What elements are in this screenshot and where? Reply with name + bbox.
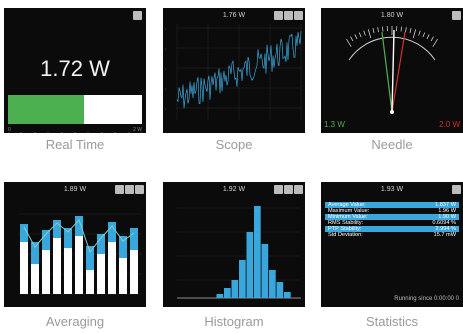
- realtime-bar-fill: [8, 95, 85, 124]
- realtime-tick-right: 2 W: [133, 127, 142, 133]
- avg-bar-inner: [31, 264, 39, 294]
- averaging-plot: [18, 213, 142, 295]
- hist-bar: [231, 280, 239, 298]
- averaging-tile[interactable]: 1.89 W: [4, 182, 146, 307]
- gauge-tick: [432, 38, 438, 47]
- hist-bar: [216, 294, 224, 298]
- hist-bar: [261, 244, 269, 298]
- histogram-plot: [177, 206, 301, 299]
- gauge-tick: [430, 36, 434, 42]
- svg-text:▪: ▪: [165, 107, 166, 111]
- gauge-tick: [426, 34, 430, 40]
- histogram-tile[interactable]: 1.92 W: [163, 182, 305, 307]
- svg-text:▪: ▪: [165, 47, 166, 51]
- statistics-label: Statistics: [365, 314, 418, 329]
- needle-tile[interactable]: 1.80 W 1.3 W 2.0 W: [321, 8, 463, 133]
- realtime-tick-left: 0: [8, 127, 11, 133]
- gauge-tick: [367, 29, 372, 39]
- realtime-value: 1.72 W: [40, 56, 110, 81]
- gauge-tick: [418, 30, 421, 36]
- gauge-tick: [412, 29, 417, 39]
- hist-bar: [276, 282, 284, 298]
- gauge-tick: [363, 30, 366, 36]
- realtime-label: Real Time: [45, 137, 105, 152]
- gauge-tick: [409, 28, 412, 34]
- hist-bar: [254, 206, 261, 298]
- svg-text:▪: ▪: [165, 27, 166, 31]
- gauge-tick: [400, 26, 402, 32]
- needle-label: Needle: [371, 137, 413, 152]
- realtime-ticks: [7, 124, 143, 133]
- avg-bar-inner: [119, 258, 127, 294]
- stat-row-std: Std Deviation: 15.7 mW: [325, 232, 459, 238]
- scope-tile[interactable]: 1.76 W ▪ ▪ ▪ ▪ ▪: [163, 8, 305, 133]
- avg-bar-inner: [97, 254, 105, 294]
- gauge-tick: [405, 27, 407, 33]
- statistics-footer: Running since 0:00:00 0: [394, 296, 459, 302]
- needle-gauge: [346, 26, 438, 114]
- realtime-tile[interactable]: 1.72 W 0 2 W: [4, 8, 146, 133]
- avg-bar-inner: [130, 250, 138, 294]
- hist-bar: [239, 260, 246, 298]
- svg-text:▪: ▪: [165, 87, 166, 91]
- gauge-tick: [422, 32, 426, 38]
- gauge-tick: [372, 28, 375, 34]
- scope-plot: ▪ ▪ ▪ ▪ ▪: [165, 24, 302, 120]
- realtime-bar: [8, 95, 142, 124]
- avg-bar-inner: [86, 270, 94, 294]
- gauge-tick: [358, 32, 362, 38]
- svg-text:▪: ▪: [165, 67, 166, 71]
- statistics-tile[interactable]: 1.93 W Average Value: 1.837 W Maximum Va…: [321, 182, 463, 307]
- expand-icon[interactable]: [452, 185, 461, 194]
- hist-bar: [284, 292, 291, 298]
- gauge-tick: [346, 38, 352, 47]
- hist-bar: [269, 270, 276, 298]
- expand-icon[interactable]: [133, 11, 142, 20]
- gauge-tick: [350, 36, 354, 42]
- avg-bar-inner: [64, 248, 72, 294]
- avg-bar-inner: [53, 238, 61, 294]
- needle-max: 2.0 W: [439, 120, 460, 129]
- avg-bar-inner: [20, 242, 28, 294]
- scope-label: Scope: [215, 137, 253, 152]
- histogram-label: Histogram: [204, 314, 264, 329]
- stat-value: 15.7 mW: [433, 232, 456, 238]
- needle-min: 1.3 W: [324, 120, 345, 129]
- stat-key: Std Deviation:: [328, 232, 363, 238]
- hist-bar: [246, 232, 254, 298]
- gauge-tick: [382, 26, 384, 32]
- avg-bar-inner: [42, 250, 50, 294]
- gauge-tick: [377, 27, 379, 33]
- hist-bar: [224, 288, 231, 298]
- statistics-title: 1.93 W: [380, 186, 404, 193]
- avg-bar-inner: [108, 242, 116, 294]
- gauge-tick: [354, 34, 358, 40]
- averaging-label: Averaging: [45, 314, 105, 329]
- avg-bar-inner: [75, 236, 83, 294]
